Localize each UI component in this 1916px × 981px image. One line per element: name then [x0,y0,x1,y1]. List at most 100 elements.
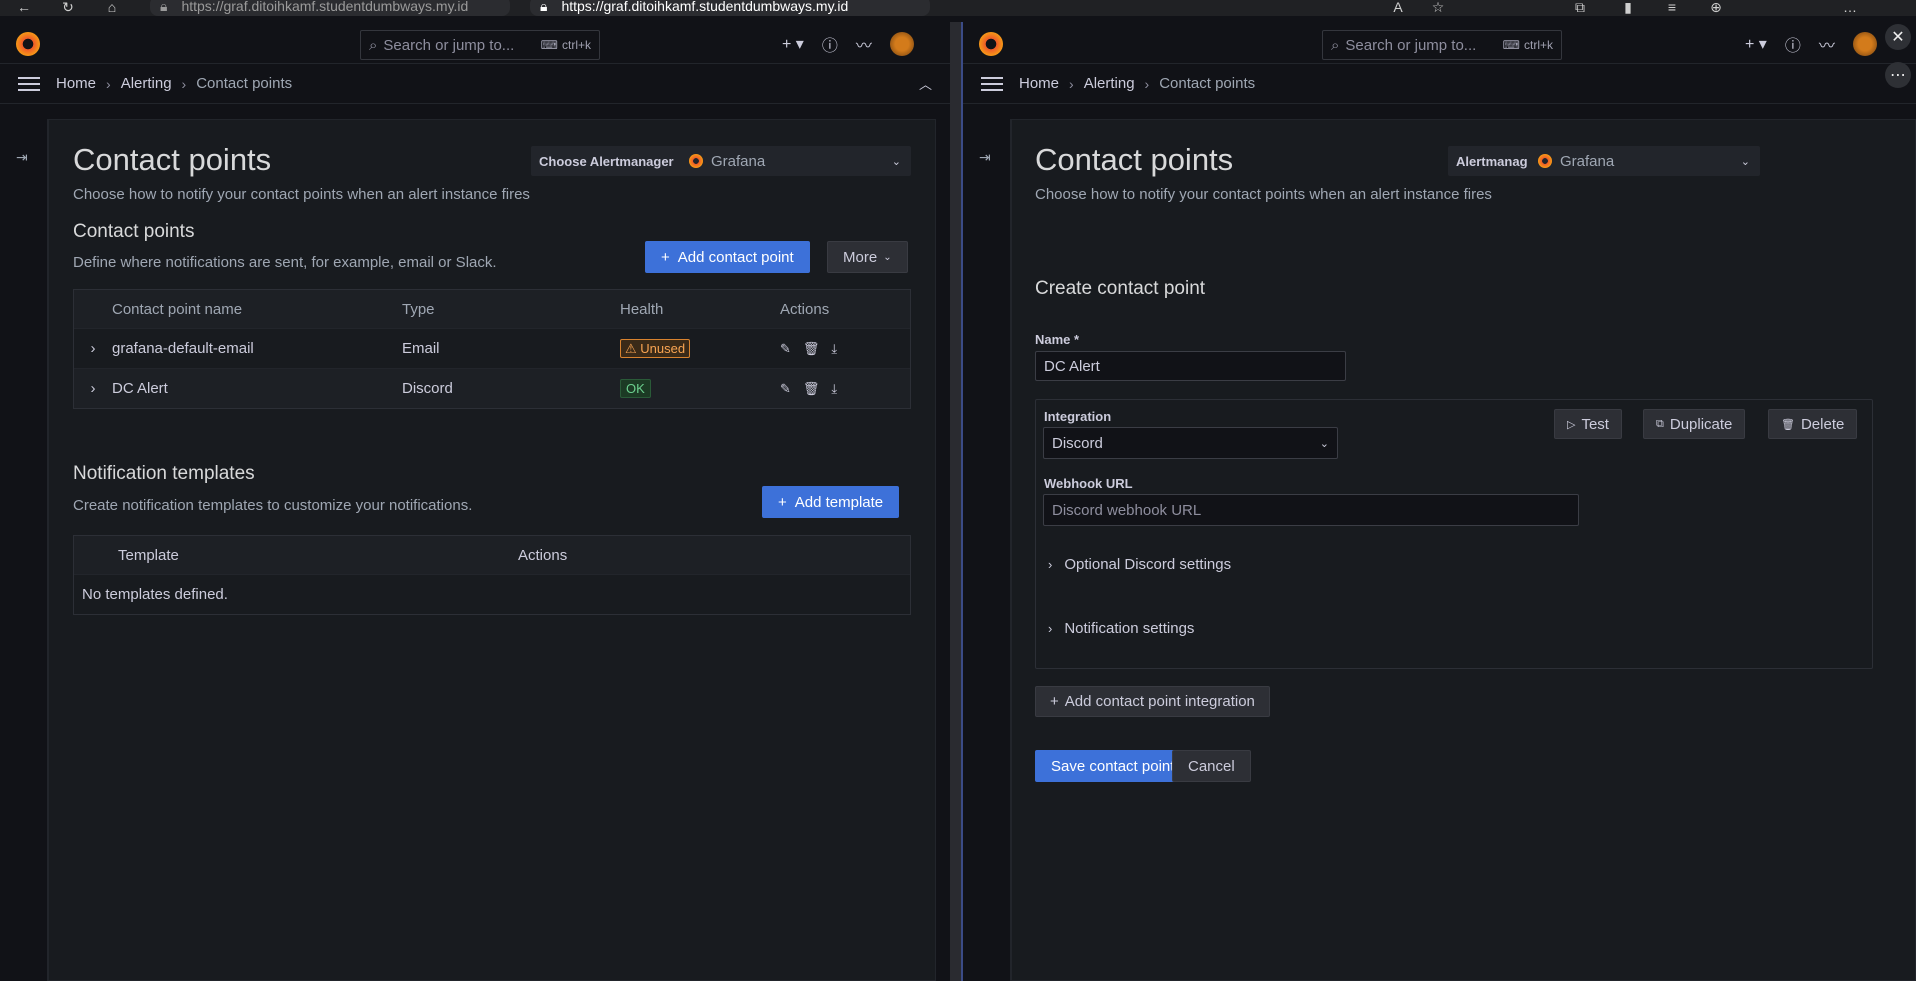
chevron-down-icon: ⌄ [1319,437,1329,450]
search-placeholder: Search or jump to... [1345,36,1477,54]
add-contact-point-button[interactable]: + Add contact point [645,241,810,273]
breadcrumb: Home › Alerting › Contact points ︿ [0,64,950,104]
favorite-icon[interactable]: ☆ [1428,0,1448,14]
menu-icon[interactable] [981,76,1003,91]
form-title: Create contact point [1035,278,1206,299]
split-divider[interactable] [950,22,961,981]
name-field[interactable]: DC Alert [1035,351,1346,381]
page-title: Contact points [73,142,272,177]
breadcrumb-home[interactable]: Home [1019,75,1059,92]
column-header: Actions [518,546,568,564]
integration-select[interactable]: Discord ⌄ [1043,427,1338,459]
home-icon[interactable]: ⌂ [102,0,122,14]
delete-icon[interactable]: 🗑︎ [803,381,820,397]
address-text-left: https://graf.ditoihkamf.studentdumbways.… [181,0,469,14]
breadcrumb-alerting[interactable]: Alerting [121,75,172,92]
help-icon[interactable]: ⓘ [822,32,838,56]
trash-icon: 🗑︎ [1781,418,1795,431]
split-screen-icon[interactable]: ▮ [1618,0,1638,14]
webhook-url-field[interactable]: Discord webhook URL [1043,494,1579,526]
help-icon[interactable]: ⓘ [1785,32,1801,56]
duplicate-button[interactable]: ⧉ Duplicate [1643,409,1746,439]
refresh-icon[interactable]: ↻ [58,0,78,14]
add-integration-button[interactable]: + Add contact point integration [1035,686,1270,717]
news-icon[interactable]: 〰 [1819,32,1835,56]
dock-expand-icon[interactable]: ⇥ [16,149,28,166]
breadcrumb-alerting[interactable]: Alerting [1084,75,1135,92]
optional-discord-settings-toggle[interactable]: › Optional Discord settings [1048,556,1231,573]
chevron-right-icon: › [1144,75,1150,92]
name-label: Name * [1035,332,1080,347]
alertmanager-select[interactable]: Grafana ⌄ [1528,146,1760,176]
delete-button[interactable]: 🗑︎ Delete [1768,409,1858,439]
table-row: › grafana-default-email Email ⚠ Unused ✎… [74,328,910,368]
templates-table: Template Actions No templates defined. [73,535,911,615]
grafana-logo-icon[interactable] [16,32,40,56]
page-subtitle: Choose how to notify your contact points… [73,186,530,203]
grafana-logo-icon[interactable] [979,32,1003,56]
row-actions: ✎ 🗑︎ ⤓ [780,341,837,357]
health-cell: ⚠ Unused [620,339,780,358]
column-header: Actions [780,300,830,318]
search-icon: ⌕ [1331,36,1340,54]
contact-points-table: Contact point name Type Health Actions ›… [73,289,911,409]
status-badge: OK [620,379,651,398]
keyboard-icon: ⌨ [540,38,558,52]
back-icon[interactable]: ← [14,0,34,14]
search-input[interactable]: ⌕ Search or jump to... ⌨ ctrl+k [360,30,600,60]
export-icon[interactable]: ⤓ [831,341,837,357]
chevron-down-icon: ⌄ [883,251,892,263]
favorites-icon[interactable]: ≡ [1662,0,1682,14]
alertmanager-value: Grafana [1560,152,1615,170]
keyboard-shortcut-hint: ⌨ ctrl+k [540,38,591,52]
test-button[interactable]: ▷ Test [1554,409,1622,439]
read-aloud-icon[interactable]: A [1388,0,1408,14]
dock-expand-icon[interactable]: ⇥ [979,149,991,166]
add-new-icon[interactable]: + ▾ [782,34,804,54]
empty-state-row: No templates defined. [74,574,910,614]
chevron-right-icon: › [1048,621,1053,636]
main-content: Contact points Choose how to notify your… [1011,119,1916,981]
add-new-icon[interactable]: + ▾ [1745,34,1767,54]
table-header: Contact point name Type Health Actions [74,290,910,328]
menu-icon[interactable] [18,76,40,91]
table-header: Template Actions [74,536,910,574]
chevron-up-icon[interactable]: ︿ [919,74,932,93]
page-subtitle: Choose how to notify your contact points… [1035,186,1492,203]
alertmanager-select[interactable]: Grafana ⌄ [679,146,911,176]
search-input[interactable]: ⌕ Search or jump to... ⌨ ctrl+k [1322,30,1562,60]
notification-settings-toggle[interactable]: › Notification settings [1048,620,1194,637]
cancel-button[interactable]: Cancel [1172,750,1251,782]
nav-actions: + ▾ ⓘ 〰 [1745,32,1877,56]
export-icon[interactable]: ⤓ [831,381,837,397]
avatar[interactable] [1852,32,1877,56]
more-options-icon[interactable]: ⋯ [1885,62,1911,88]
news-icon[interactable]: 〰 [856,32,872,56]
contact-point-type: Email [402,340,440,357]
collections-icon[interactable]: ⊕ [1706,0,1726,14]
left-pane: ⌕ Search or jump to... ⌨ ctrl+k + ▾ ⓘ 〰 H… [0,22,950,981]
contact-point-name: grafana-default-email [112,340,254,357]
chevron-right-icon: › [1048,557,1053,572]
extensions-icon[interactable]: ⧉ [1570,0,1590,14]
delete-icon[interactable]: 🗑︎ [803,341,820,357]
breadcrumb-home[interactable]: Home [56,75,96,92]
save-contact-point-button[interactable]: Save contact point [1035,750,1191,782]
nav-actions: + ▾ ⓘ 〰 [782,32,914,56]
column-header: Template [118,546,179,564]
column-header: Health [620,300,664,318]
close-icon[interactable]: ✕ [1885,24,1911,50]
address-bar-right[interactable]: 🔒︎ https://graf.ditoihkamf.studentdumbwa… [530,0,930,16]
edit-icon[interactable]: ✎ [780,341,791,357]
chevron-down-icon: ⌄ [1740,155,1750,168]
edit-icon[interactable]: ✎ [780,381,791,397]
add-template-button[interactable]: + Add template [762,486,900,518]
more-icon[interactable]: … [1840,0,1860,14]
more-button[interactable]: More ⌄ [827,241,908,273]
address-text-right: https://graf.ditoihkamf.studentdumbways.… [561,0,849,14]
address-bar-left[interactable]: 🔒︎ https://graf.ditoihkamf.studentdumbwa… [150,0,510,16]
top-navbar: ⌕ Search or jump to... ⌨ ctrl+k + ▾ ⓘ 〰 [0,22,950,64]
keyboard-shortcut-hint: ⌨ ctrl+k [1502,38,1553,52]
column-header: Type [402,300,435,318]
avatar[interactable] [889,32,914,56]
